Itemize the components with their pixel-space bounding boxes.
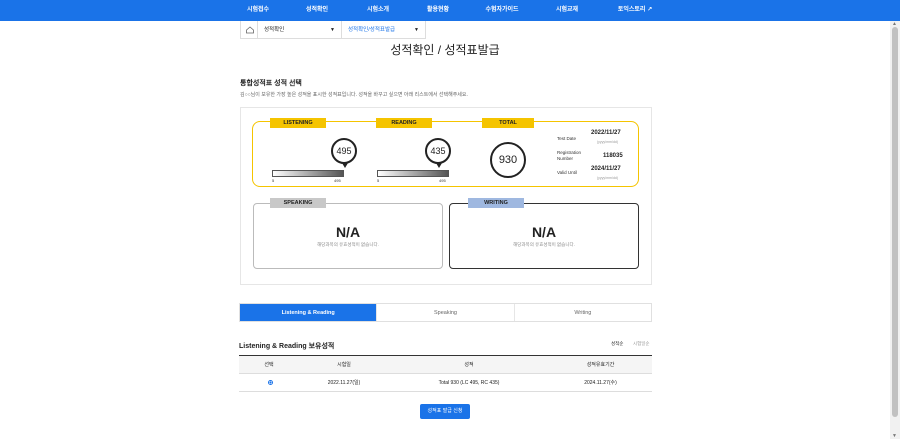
- table-row[interactable]: 2022.11.27(일) Total 930 (LC 495, RC 435)…: [239, 374, 652, 392]
- breadcrumb-level1-label: 성적확인: [264, 27, 285, 33]
- scrollbar-thumb[interactable]: [892, 27, 898, 417]
- breadcrumb-level2-select[interactable]: 성적확인/성적표발급 ▼: [342, 21, 426, 39]
- test-date-value: 2022/11/27: [591, 130, 621, 136]
- tab-speaking[interactable]: Speaking: [377, 304, 515, 321]
- reading-min: 5: [377, 178, 380, 183]
- issue-report-button[interactable]: 성적표 발급 신청: [420, 404, 470, 419]
- nav-item-intro[interactable]: 시험소개: [358, 0, 398, 21]
- nav-item-score[interactable]: 성적확인: [297, 0, 337, 21]
- reading-score: 435: [425, 138, 451, 168]
- listening-min: 5: [272, 178, 275, 183]
- listening-scale-bar: [272, 170, 344, 177]
- total-score: 930: [490, 142, 526, 178]
- writing-panel: N/A 해당과목의 유효성적이 없습니다.: [449, 203, 639, 269]
- top-nav: 시험접수 성적확인 시험소개 활용현황 수험자가이드 시험교재 토익스토리 ↗: [0, 0, 900, 21]
- page-scrollbar[interactable]: ▲ ▼: [890, 21, 900, 439]
- section-description: 김○○님이 보유한 가장 높은 성적을 표시한 성적표입니다. 성적을 바꾸고 …: [240, 92, 468, 98]
- sort-by-score[interactable]: 성적순: [611, 341, 623, 347]
- breadcrumb: 성적확인 ▼ 성적확인/성적표발급 ▼: [240, 21, 426, 39]
- score-type-tabs: Listening & Reading Speaking Writing: [239, 303, 652, 322]
- row-date: 2022.11.27(일): [327, 380, 361, 386]
- writing-message: 해당과목의 유효성적이 없습니다.: [513, 242, 575, 247]
- home-icon[interactable]: [240, 21, 258, 39]
- nav-item-story[interactable]: 토익스토리 ↗: [610, 0, 660, 21]
- nav-item-registration[interactable]: 시험접수: [238, 0, 278, 21]
- date-format-hint: (yyyy/mm/dd): [597, 176, 618, 180]
- date-format-hint: (yyyy/mm/dd): [597, 140, 618, 144]
- speaking-tag: SPEAKING: [270, 198, 326, 208]
- reading-scale-bar: [377, 170, 449, 177]
- row-score: Total 930 (LC 495, RC 435): [438, 380, 500, 386]
- tab-writing[interactable]: Writing: [515, 304, 651, 321]
- row-valid: 2024.11.27(수): [584, 380, 617, 386]
- breadcrumb-level2-label: 성적확인/성적표발급: [348, 27, 396, 33]
- col-select: 선택: [264, 362, 274, 368]
- breadcrumb-level1-select[interactable]: 성적확인 ▼: [258, 21, 342, 39]
- col-score: 성적: [464, 362, 474, 368]
- tab-listening-reading[interactable]: Listening & Reading: [240, 304, 378, 321]
- speaking-message: 해당과목의 유효성적이 없습니다.: [317, 242, 379, 247]
- col-date: 시험일: [337, 362, 351, 368]
- reading-max: 495: [439, 178, 446, 183]
- listening-tag: LISTENING: [270, 118, 326, 128]
- table-header: 선택 시험일 성적 성적유효기간: [239, 355, 652, 374]
- col-valid: 성적유효기간: [586, 362, 615, 368]
- chevron-down-icon: ▼: [330, 27, 335, 33]
- scroll-down-icon[interactable]: ▼: [892, 433, 897, 439]
- owned-scores-heading: Listening & Reading 보유성적: [239, 343, 335, 350]
- total-tag: TOTAL: [482, 118, 534, 128]
- registration-label: Registration Number: [557, 150, 582, 161]
- nav-item-books[interactable]: 시험교재: [547, 0, 587, 21]
- page-title: 성적확인 / 성적표발급: [390, 43, 500, 57]
- section-heading: 통합성적표 성적 선택: [240, 80, 302, 87]
- valid-until-label: Valid Until: [557, 170, 577, 175]
- listening-score: 495: [331, 138, 357, 168]
- writing-tag: WRITING: [468, 198, 524, 208]
- reading-tag: READING: [376, 118, 432, 128]
- writing-value: N/A: [531, 224, 557, 240]
- registration-value: 118035: [603, 153, 623, 159]
- chevron-down-icon: ▼: [414, 27, 419, 33]
- speaking-value: N/A: [335, 224, 361, 240]
- row-select-radio[interactable]: [268, 380, 273, 385]
- speaking-panel: N/A 해당과목의 유효성적이 없습니다.: [253, 203, 443, 269]
- sort-by-date[interactable]: 시험일순: [633, 341, 650, 347]
- test-date-label: Test Date: [557, 136, 577, 141]
- valid-until-value: 2024/11/27: [591, 166, 621, 172]
- listening-max: 495: [334, 178, 341, 183]
- nav-item-guide[interactable]: 수험자가이드: [478, 0, 526, 21]
- nav-item-usage[interactable]: 활용현황: [418, 0, 458, 21]
